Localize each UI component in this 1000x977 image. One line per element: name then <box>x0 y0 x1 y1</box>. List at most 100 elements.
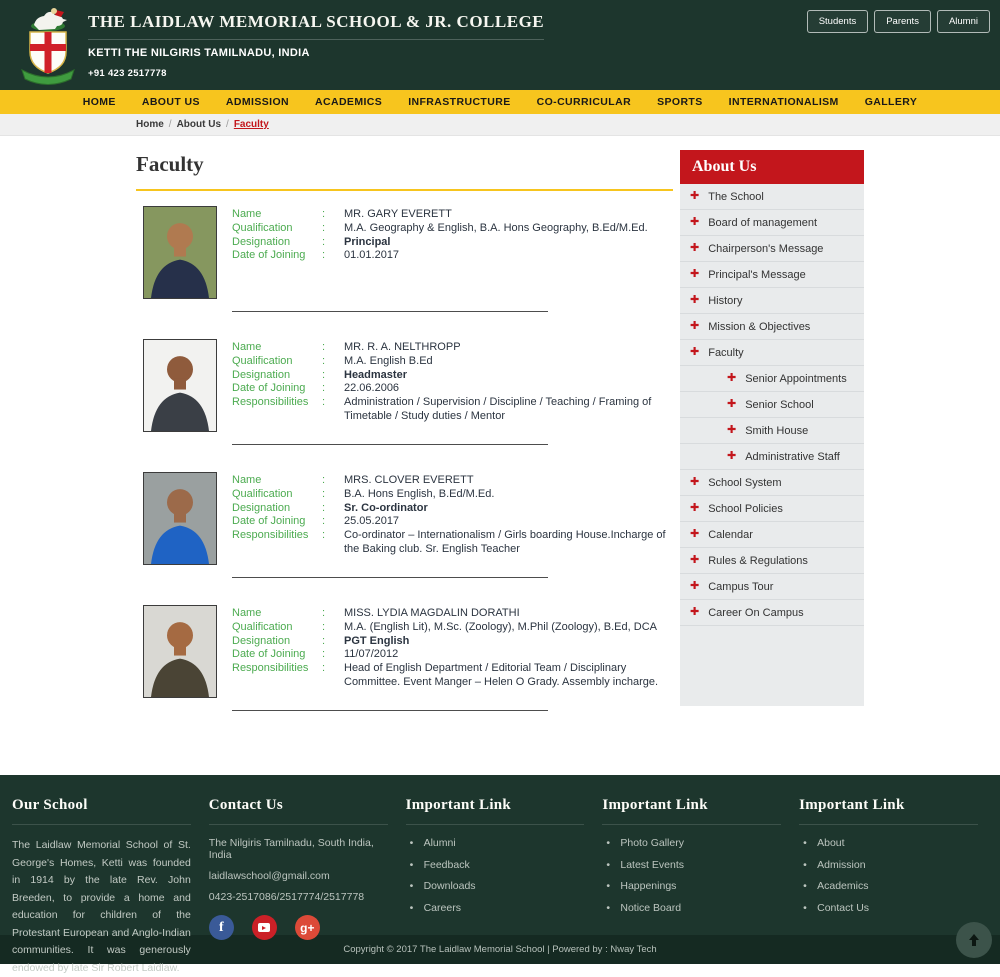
entry-divider <box>232 311 548 312</box>
sidebar-item-principal-s-message[interactable]: ✚Principal's Message <box>680 262 864 288</box>
header-buttons: StudentsParents Alumni <box>807 10 990 33</box>
header-button-alumni[interactable]: Alumni <box>937 10 990 33</box>
footer-important-links-3: Important Link About Admission Academics Con… <box>795 797 992 935</box>
sidebar-item-label: Campus Tour <box>708 581 773 593</box>
footer-link-careers[interactable]: Careers <box>424 902 585 914</box>
faculty-photo <box>143 605 217 698</box>
footer-important-links-2: Important Link Photo Gallery Latest Events… <box>598 797 795 935</box>
footer-link-happenings[interactable]: Happenings <box>620 880 781 892</box>
social-icons: f g+ <box>209 915 388 940</box>
header-button-students[interactable]: Students <box>807 10 869 33</box>
footer-link-contact-us[interactable]: Contact Us <box>817 902 978 914</box>
sidebar-item-senior-appointments[interactable]: ✚Senior Appointments <box>680 366 864 392</box>
breadcrumb-separator: / <box>226 119 229 130</box>
sidebar-item-label: Mission & Objectives <box>708 321 810 333</box>
sidebar-item-label: History <box>708 295 742 307</box>
nav-item-infrastructure[interactable]: INFRASTRUCTURE <box>408 96 510 108</box>
faculty-field-row: Date of Joining22.06.2006 <box>232 382 673 396</box>
field-colon <box>322 341 344 355</box>
faculty-field-row: DesignationPGT English <box>232 635 673 649</box>
field-colon <box>322 474 344 488</box>
sidebar-item-the-school[interactable]: ✚The School <box>680 184 864 210</box>
sidebar-item-school-system[interactable]: ✚School System <box>680 470 864 496</box>
main-area: Faculty NameMR. GARY EVERETTQualificatio… <box>0 136 1000 775</box>
sidebar-item-administrative-staff[interactable]: ✚Administrative Staff <box>680 444 864 470</box>
sidebar-item-label: School System <box>708 477 781 489</box>
breadcrumb-link-home[interactable]: Home <box>136 119 164 130</box>
field-label: Designation <box>232 369 322 383</box>
google-plus-icon[interactable]: g+ <box>295 915 320 940</box>
nav-item-co-curricular[interactable]: CO-CURRICULAR <box>537 96 631 108</box>
footer-our-school: Our School The Laidlaw Memorial School o… <box>8 797 205 935</box>
school-crest-logo <box>16 4 80 88</box>
breadcrumb-link-about-us[interactable]: About Us <box>177 119 221 130</box>
sidebar-item-senior-school[interactable]: ✚ Senior School <box>680 392 864 418</box>
footer-link-about[interactable]: About <box>817 837 978 849</box>
nav-item-internationalism[interactable]: INTERNATIONALISM <box>729 96 839 108</box>
page-title: Faculty <box>136 136 673 191</box>
field-value: M.A. English B.Ed <box>344 355 673 369</box>
breadcrumb-link-faculty[interactable]: Faculty <box>234 119 269 130</box>
footer-link-photo-gallery[interactable]: Photo Gallery <box>620 837 781 849</box>
sidebar-item-campus-tour[interactable]: ✚Campus Tour <box>680 574 864 600</box>
faculty-field-row: NameMR. GARY EVERETT <box>232 208 673 222</box>
red-cross-icon: ✚ <box>690 503 699 514</box>
sidebar-item-label: Senior School <box>745 399 814 411</box>
sidebar-item-rules-regulations[interactable]: ✚Rules & Regulations <box>680 548 864 574</box>
red-cross-icon: ✚ <box>690 243 699 254</box>
youtube-icon[interactable] <box>252 915 277 940</box>
faculty-content: Faculty NameMR. GARY EVERETTQualificatio… <box>136 136 673 738</box>
field-label: Designation <box>232 236 322 250</box>
sidebar-item-career-on-campus[interactable]: ✚Career On Campus <box>680 600 864 626</box>
faculty-details: NameMISS. LYDIA MAGDALIN DORATHIQualific… <box>217 605 673 698</box>
nav-item-sports[interactable]: SPORTS <box>657 96 703 108</box>
footer-link-latest-events[interactable]: Latest Events <box>620 859 781 871</box>
field-colon <box>322 488 344 502</box>
field-value: M.A. Geography & English, B.A. Hons Geog… <box>344 222 673 236</box>
footer-heading-contact-us: Contact Us <box>209 797 388 825</box>
footer-link-downloads[interactable]: Downloads <box>424 880 585 892</box>
red-cross-icon: ✚ <box>727 451 736 462</box>
sidebar-item-chairperson-s-message[interactable]: ✚ Chairperson's Message <box>680 236 864 262</box>
footer-link-admission[interactable]: Admission <box>817 859 978 871</box>
red-cross-icon: ✚ <box>727 399 736 410</box>
nav-item-home[interactable]: HOME <box>83 96 116 108</box>
faculty-entry: NameMR. R. A. NELTHROPPQualificationM.A.… <box>136 339 673 445</box>
sidebar-item-school-policies[interactable]: ✚School Policies <box>680 496 864 522</box>
faculty-field-row: NameMR. R. A. NELTHROPP <box>232 341 673 355</box>
facebook-icon[interactable]: f <box>209 915 234 940</box>
header-button-parents[interactable]: Parents <box>874 10 931 33</box>
sidebar-item-mission-objectives[interactable]: ✚ Mission & Objectives <box>680 314 864 340</box>
sidebar-item-faculty[interactable]: ✚Faculty <box>680 340 864 366</box>
red-cross-icon: ✚ <box>727 425 736 436</box>
red-cross-icon: ✚ <box>690 269 699 280</box>
sidebar-item-label: Chairperson's Message <box>708 243 823 255</box>
footer-heading-important-link: Important Link <box>602 797 781 825</box>
field-value: Administration / Supervision / Disciplin… <box>344 396 673 424</box>
sidebar-item-history[interactable]: ✚History <box>680 288 864 314</box>
field-value: MR. R. A. NELTHROPP <box>344 341 673 355</box>
about-us-sidebar: About Us ✚The School✚Board of management… <box>680 150 864 706</box>
field-value: Co-ordinator – Internationalism / Girls … <box>344 529 673 557</box>
footer-heading-important-link: Important Link <box>799 797 978 825</box>
contact-line: 0423-2517086/2517774/2517778 <box>209 891 388 903</box>
red-cross-icon: ✚ <box>690 555 699 566</box>
nav-item-about-us[interactable]: ABOUT US <box>142 96 200 108</box>
red-cross-icon: ✚ <box>690 321 699 332</box>
footer-link-notice-board[interactable]: Notice Board <box>620 902 781 914</box>
field-value: Headmaster <box>344 369 673 383</box>
sidebar-item-calendar[interactable]: ✚Calendar <box>680 522 864 548</box>
footer-link-academics[interactable]: Academics <box>817 880 978 892</box>
scroll-to-top-button[interactable] <box>956 922 992 958</box>
field-value: MRS. CLOVER EVERETT <box>344 474 673 488</box>
nav-item-admission[interactable]: ADMISSION <box>226 96 289 108</box>
entry-divider <box>232 710 548 711</box>
breadcrumb: Home/About Us/Faculty <box>136 114 864 135</box>
footer-link-alumni[interactable]: Alumni <box>424 837 585 849</box>
nav-item-academics[interactable]: ACADEMICS <box>315 96 382 108</box>
red-cross-icon: ✚ <box>690 529 699 540</box>
nav-item-gallery[interactable]: GALLERY <box>865 96 918 108</box>
sidebar-item-smith-house[interactable]: ✚Smith House <box>680 418 864 444</box>
footer-link-feedback[interactable]: Feedback <box>424 859 585 871</box>
sidebar-item-board-of-management[interactable]: ✚Board of management <box>680 210 864 236</box>
